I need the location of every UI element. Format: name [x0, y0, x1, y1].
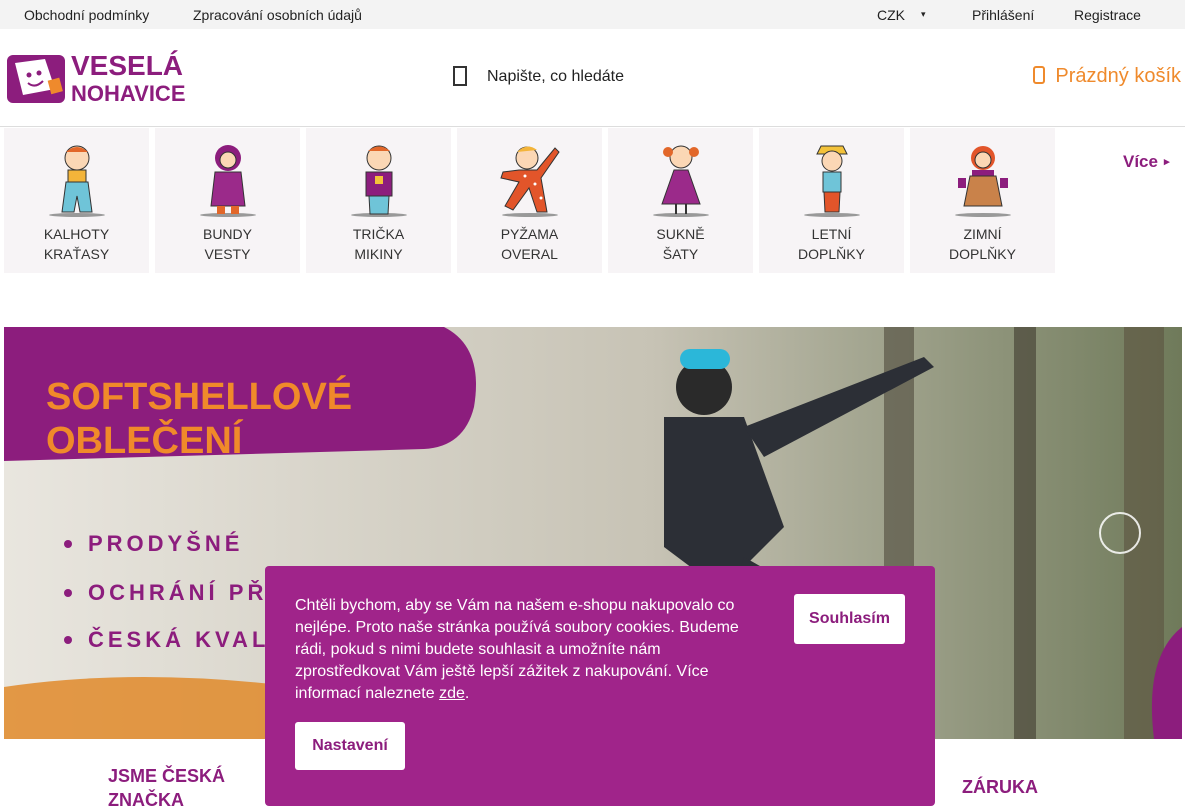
register-link[interactable]: Registrace [1074, 7, 1141, 23]
category-menu: KALHOTY KRAŤASY BUNDY VESTY TRIČKA MIKIN… [4, 128, 1184, 274]
category-skirts[interactable]: SUKNĚ ŠATY [608, 128, 753, 273]
category-label: KALHOTY [43, 226, 110, 242]
more-label: Více [1123, 152, 1158, 171]
category-label: PYŽAMA [500, 226, 559, 242]
usp-label: JSME ČESKÁ [108, 766, 226, 786]
boy-shirt-icon [351, 145, 407, 217]
svg-text:NOHAVICE: NOHAVICE [71, 81, 186, 105]
category-label: SUKNĚ [656, 226, 705, 242]
terms-link[interactable]: Obchodní podmínky [24, 7, 149, 23]
category-pajamas[interactable]: PYŽAMA OVERAL [457, 128, 602, 273]
top-bar: Obchodní podmínky Zpracování osobních úd… [0, 0, 1185, 29]
category-label: LETNÍ [811, 226, 852, 242]
svg-text:VESELÁ: VESELÁ [71, 50, 183, 81]
cookie-message-text: Chtěli bychom, aby se Vám na našem e-sho… [295, 597, 739, 702]
cookie-consent-dialog: Chtěli bychom, aby se Vám na našem e-sho… [265, 566, 935, 806]
category-summer[interactable]: LETNÍ DOPLŇKY [759, 128, 904, 273]
cart-link[interactable]: Prázdný košík [1033, 65, 1181, 88]
svg-text:PRODYŠNÉ: PRODYŠNÉ [88, 531, 243, 556]
svg-text:OBLEČENÍ: OBLEČENÍ [46, 417, 244, 462]
category-label: BUNDY [202, 226, 252, 242]
category-label: ZIMNÍ [963, 226, 1002, 242]
more-categories-link[interactable]: Více ▸ [1123, 152, 1170, 172]
category-jackets[interactable]: BUNDY VESTY [155, 128, 300, 273]
girl-dress-icon [653, 145, 709, 217]
girl-jacket-icon [200, 145, 256, 217]
category-label: TRIČKA [352, 226, 405, 242]
slider-next-icon[interactable] [1099, 512, 1141, 554]
category-shirts[interactable]: TRIČKA MIKINY [306, 128, 451, 273]
category-label: OVERAL [501, 246, 558, 262]
search-box[interactable]: Napište, co hledáte [452, 65, 772, 91]
girl-scarf-icon [955, 146, 1011, 217]
category-label: MIKINY [354, 246, 403, 262]
search-icon [453, 66, 467, 86]
chevron-right-icon: ▸ [1163, 156, 1170, 168]
svg-text:SOFTSHELLOVÉ: SOFTSHELLOVÉ [46, 374, 352, 418]
category-label: DOPLŇKY [949, 246, 1016, 262]
category-winter[interactable]: ZIMNÍ DOPLŇKY [910, 128, 1055, 273]
login-link[interactable]: Přihlášení [972, 7, 1034, 23]
currency-select[interactable]: CZK ▾ [877, 7, 926, 23]
cart-label: Prázdný košík [1055, 65, 1181, 87]
cart-icon [1033, 66, 1046, 84]
search-placeholder: Napište, co hledáte [487, 68, 624, 85]
cookie-message: Chtěli bychom, aby se Vám na našem e-sho… [295, 597, 739, 702]
cookie-accept-button[interactable]: Souhlasím [794, 594, 905, 644]
privacy-link[interactable]: Zpracování osobních údajů [193, 7, 362, 23]
category-label: KRAŤASY [43, 246, 110, 262]
boy-pants-icon [49, 145, 105, 217]
category-label: DOPLŇKY [798, 246, 865, 262]
usp-warranty: ZÁRUKA [962, 777, 1038, 797]
logo-mark: VESELÁ NOHAVICE [7, 50, 186, 106]
usp-czech-brand: JSME ČESKÁ ZNAČKA [108, 764, 225, 812]
boy-hat-icon [804, 145, 860, 217]
cookie-settings-button[interactable]: Nastavení [295, 722, 405, 770]
chevron-down-icon: ▾ [921, 9, 926, 19]
child-pajama-icon [500, 146, 560, 217]
logo[interactable]: VESELÁ NOHAVICE [5, 45, 195, 106]
cookie-info-link[interactable]: zde [439, 685, 465, 702]
category-pants[interactable]: KALHOTY KRAŤASY [4, 128, 149, 273]
category-label: VESTY [204, 246, 251, 262]
usp-label: ZNAČKA [108, 790, 184, 810]
currency-label: CZK [877, 7, 905, 23]
category-label: ŠATY [662, 246, 699, 262]
site-header: VESELÁ NOHAVICE Napište, co hledáte Práz… [0, 29, 1185, 127]
